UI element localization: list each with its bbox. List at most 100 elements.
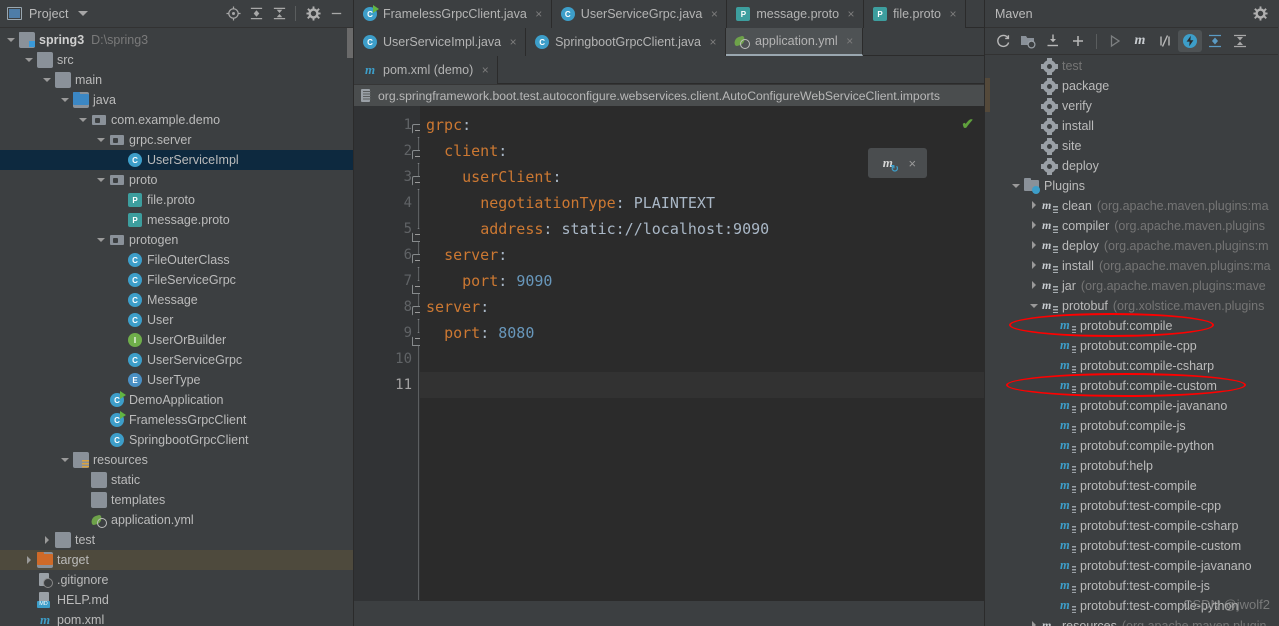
toggle-offline-mode-icon[interactable] xyxy=(1178,30,1202,52)
chevron-down-icon[interactable] xyxy=(96,135,107,146)
code-text[interactable]: grpc: client: userClient: negotiationTyp… xyxy=(420,106,984,626)
code-line[interactable] xyxy=(420,372,984,398)
project-tree-item[interactable]: static xyxy=(0,470,353,490)
project-tree-item[interactable]: m pom.xml xyxy=(0,610,353,626)
maven-reload-notification[interactable]: m ↻ × xyxy=(868,148,927,178)
maven-tree-item[interactable]: m deploy (org.apache.maven.plugins:m xyxy=(985,236,1278,256)
close-icon[interactable]: × xyxy=(846,7,856,21)
project-tree-item[interactable]: java xyxy=(0,90,353,110)
maven-tree-item[interactable]: m protobuf:test-compile-cpp xyxy=(985,496,1278,516)
project-tree-item[interactable]: C UserServiceImpl xyxy=(0,150,353,170)
code-line[interactable]: port: 9090 xyxy=(420,268,984,294)
reload-all-icon[interactable] xyxy=(991,30,1015,52)
chevron-right-icon[interactable] xyxy=(1029,200,1041,212)
maven-tree-item[interactable]: m protobuf:test-compile xyxy=(985,476,1278,496)
project-tree-item[interactable]: C User xyxy=(0,310,353,330)
maven-tree-item[interactable]: m protobuf:compile-python xyxy=(985,436,1278,456)
editor-tab[interactable]: m pom.xml (demo) × xyxy=(354,56,499,84)
chevron-down-icon[interactable] xyxy=(78,115,89,126)
inspection-ok-icon[interactable]: ✔ xyxy=(961,115,974,133)
chevron-down-icon[interactable] xyxy=(1029,300,1041,312)
chevron-down-icon[interactable] xyxy=(60,95,71,106)
project-tree-item[interactable]: Pmessage.proto xyxy=(0,210,353,230)
chevron-down-icon[interactable] xyxy=(96,235,107,246)
project-tree-item[interactable]: HELP.md xyxy=(0,590,353,610)
maven-tree-item[interactable]: m protobuf:compile-js xyxy=(985,416,1278,436)
maven-tree-item[interactable]: install xyxy=(985,116,1278,136)
maven-tree-item[interactable]: m protobuf (org.xolstice.maven.plugins xyxy=(985,296,1278,316)
chevron-down-icon[interactable] xyxy=(24,55,35,66)
maven-tree-item[interactable]: verify xyxy=(985,96,1278,116)
close-icon[interactable]: × xyxy=(845,34,855,48)
maven-tree-item[interactable]: deploy xyxy=(985,156,1278,176)
chevron-down-icon[interactable] xyxy=(6,35,17,46)
close-icon[interactable]: × xyxy=(480,63,490,77)
project-tree[interactable]: spring3 D:\spring3 src main java com.example.… xyxy=(0,28,353,626)
project-tree-item[interactable]: C UserServiceGrpc xyxy=(0,350,353,370)
maven-tree-item[interactable]: m protobut:compile-cpp xyxy=(985,336,1278,356)
project-tree-item[interactable]: C SpringbootGrpcClient xyxy=(0,430,353,450)
maven-tree-item[interactable]: m protobuf:test-compile-javanano xyxy=(985,556,1278,576)
code-line[interactable]: grpc: xyxy=(420,112,984,138)
editor-tab[interactable]: application.yml × xyxy=(726,28,863,56)
add-maven-project-icon[interactable] xyxy=(1016,30,1040,52)
close-icon[interactable]: × xyxy=(534,7,544,21)
editor-tab[interactable]: C UserServiceImpl.java × xyxy=(354,28,527,56)
editor-tab[interactable]: C UserServiceGrpc.java × xyxy=(552,0,728,28)
maven-tree-item[interactable]: m protobuf:test-compile-js xyxy=(985,576,1278,596)
project-tree-item[interactable]: resources xyxy=(0,450,353,470)
editor-tab[interactable]: Pfile.proto × xyxy=(864,0,967,28)
chevron-right-icon[interactable] xyxy=(1029,240,1041,252)
collapse-all-icon[interactable] xyxy=(268,3,290,25)
maven-tree-item[interactable]: m protobuf:test-compile-custom xyxy=(985,536,1278,556)
project-tree-item[interactable]: grpc.server xyxy=(0,130,353,150)
close-icon[interactable]: × xyxy=(508,35,518,49)
maven-tree-item[interactable]: m install (org.apache.maven.plugins:ma xyxy=(985,256,1278,276)
project-tree-item[interactable]: Pfile.proto xyxy=(0,190,353,210)
maven-tree-item[interactable]: m resources (org.apache.maven.plugin xyxy=(985,616,1278,626)
run-icon[interactable] xyxy=(1103,30,1127,52)
locate-icon[interactable] xyxy=(222,3,244,25)
code-line[interactable]: server: xyxy=(420,242,984,268)
maven-tree-item[interactable]: m compiler (org.apache.maven.plugins xyxy=(985,216,1278,236)
chevron-right-icon[interactable] xyxy=(1029,220,1041,232)
project-tree-item[interactable]: protogen xyxy=(0,230,353,250)
chevron-right-icon[interactable] xyxy=(1029,260,1041,272)
maven-tree-item[interactable]: m protobut:compile-csharp xyxy=(985,356,1278,376)
chevron-down-icon[interactable] xyxy=(60,455,71,466)
maven-tree-item[interactable]: m protobuf:compile xyxy=(985,316,1278,336)
chevron-right-icon[interactable] xyxy=(24,555,35,566)
editor-tab[interactable]: C SpringbootGrpcClient.java × xyxy=(526,28,727,56)
maven-tree-item[interactable]: m protobuf:help xyxy=(985,456,1278,476)
project-tree-item[interactable]: spring3 D:\spring3 xyxy=(0,30,353,50)
project-tree-item[interactable]: test xyxy=(0,530,353,550)
add-icon[interactable] xyxy=(1066,30,1090,52)
chevron-right-icon[interactable] xyxy=(1029,620,1041,626)
maven-tree[interactable]: test package verify install site deploy Plugin… xyxy=(985,55,1278,626)
maven-tree-item[interactable]: m jar (org.apache.maven.plugins:mave xyxy=(985,276,1278,296)
project-tree-item[interactable]: main xyxy=(0,70,353,90)
chevron-down-icon[interactable] xyxy=(77,11,88,16)
maven-tree-item[interactable]: package xyxy=(985,76,1278,96)
project-tree-item[interactable]: .gitignore xyxy=(0,570,353,590)
chevron-down-icon[interactable] xyxy=(1011,180,1023,192)
chevron-down-icon[interactable] xyxy=(42,75,53,86)
chevron-down-icon[interactable] xyxy=(96,175,107,186)
maven-tree-item[interactable]: m protobuf:compile-javanano xyxy=(985,396,1278,416)
project-tree-item[interactable]: com.example.demo xyxy=(0,110,353,130)
close-icon[interactable]: × xyxy=(909,156,917,171)
expand-all-icon[interactable] xyxy=(245,3,267,25)
project-tree-item[interactable]: C DemoApplication xyxy=(0,390,353,410)
chevron-right-icon[interactable] xyxy=(1029,280,1041,292)
project-tree-item[interactable]: I UserOrBuilder xyxy=(0,330,353,350)
code-line[interactable]: negotiationType: PLAINTEXT xyxy=(420,190,984,216)
maven-tree-item[interactable]: m clean (org.apache.maven.plugins:ma xyxy=(985,196,1278,216)
maven-tree-item[interactable]: m protobuf:compile-custom xyxy=(985,376,1278,396)
expand-all-icon[interactable] xyxy=(1203,30,1227,52)
editor-gutter[interactable]: 1 2 3 4 5 6 7 8 9 10 11 xyxy=(354,106,425,626)
project-tree-item[interactable]: C FileServiceGrpc xyxy=(0,270,353,290)
project-tree-item[interactable]: templates xyxy=(0,490,353,510)
chevron-right-icon[interactable] xyxy=(42,535,53,546)
code-editor[interactable]: 1 2 3 4 5 6 7 8 9 10 11 grpc: client: userClient: … xyxy=(354,106,984,626)
project-tree-item[interactable]: application.yml xyxy=(0,510,353,530)
